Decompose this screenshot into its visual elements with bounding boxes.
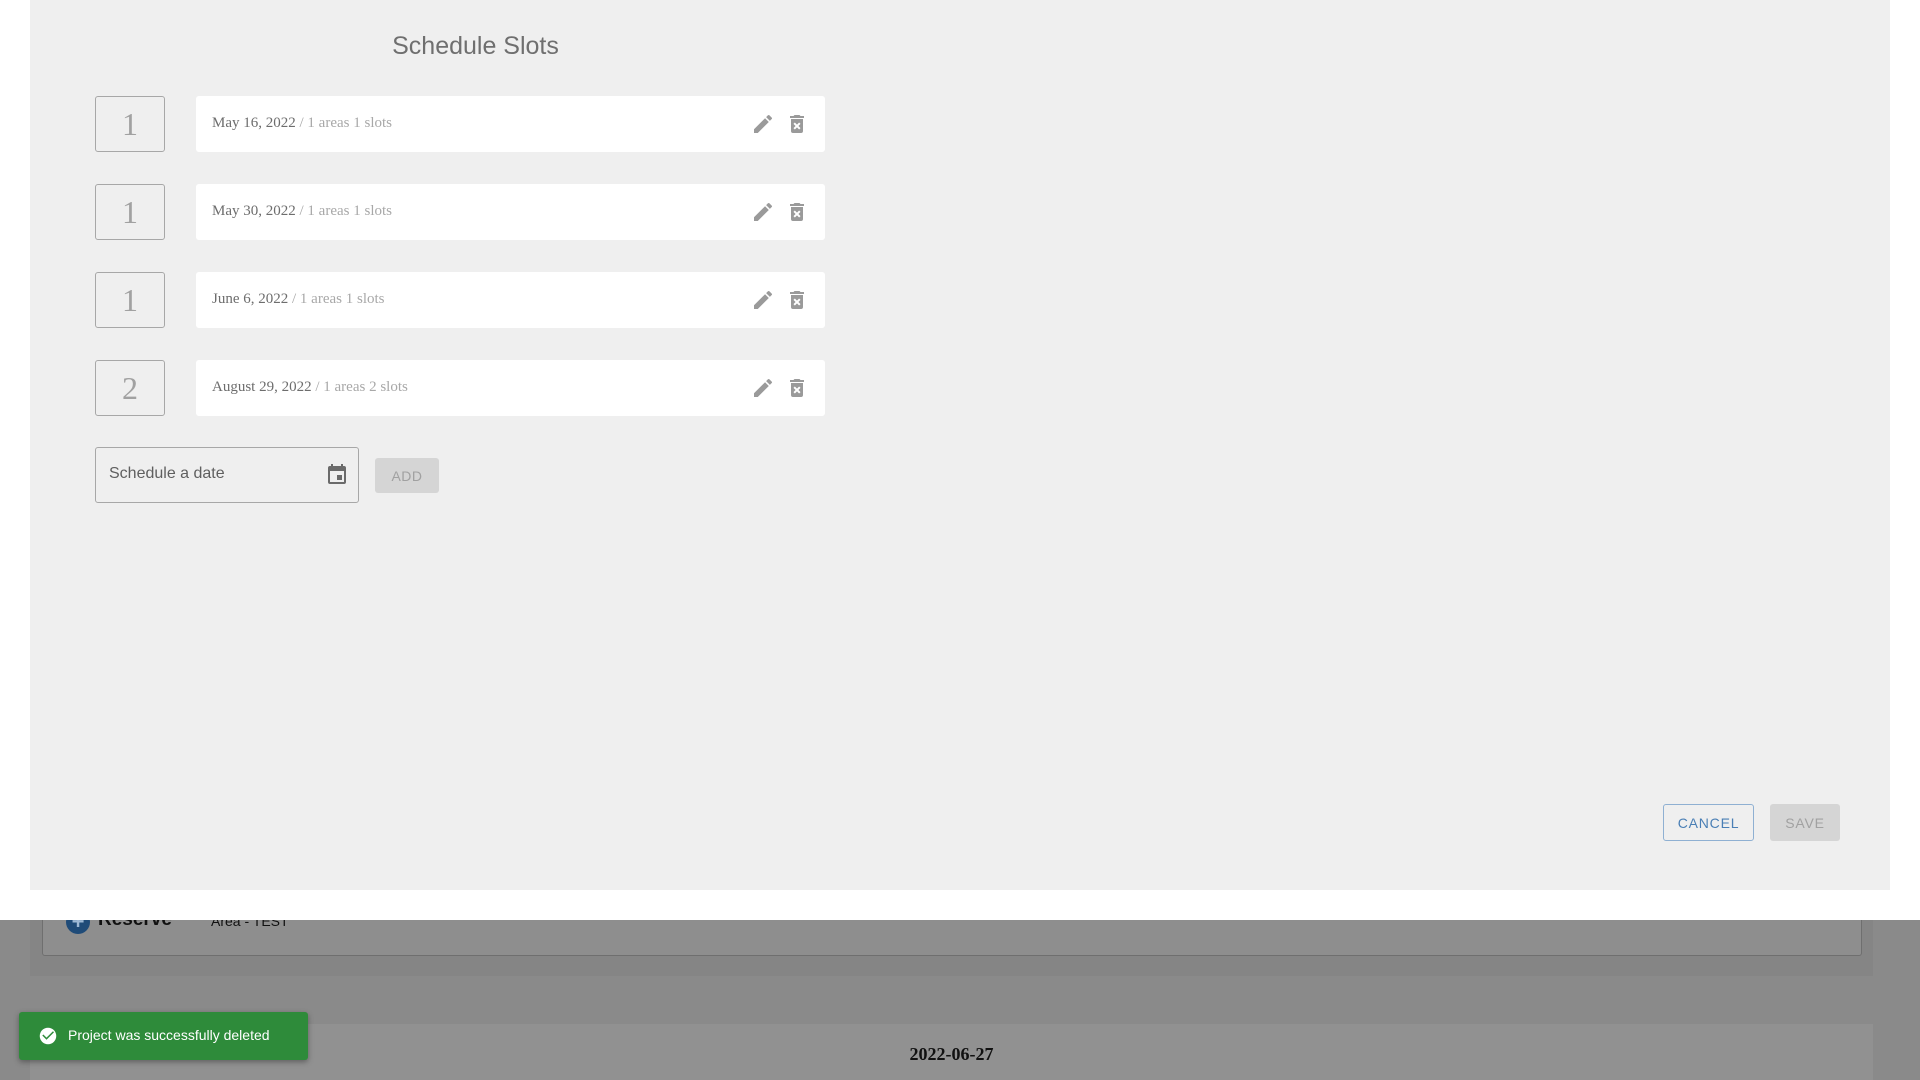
- slot-card: May 30, 2022 / 1 areas 1 slots: [196, 184, 825, 240]
- slot-count-box: 1: [95, 184, 165, 240]
- schedule-date-input[interactable]: [109, 465, 309, 483]
- cancel-button[interactable]: CANCEL: [1663, 804, 1754, 841]
- slot-count-box: 2: [95, 360, 165, 416]
- slot-card: August 29, 2022 / 1 areas 2 slots: [196, 360, 825, 416]
- slot-card: June 6, 2022 / 1 areas 1 slots: [196, 272, 825, 328]
- slot-separator: /: [311, 379, 324, 395]
- delete-icon[interactable]: [785, 200, 809, 224]
- pencil-icon[interactable]: [751, 376, 775, 400]
- pencil-icon[interactable]: [751, 200, 775, 224]
- slot-summary: May 16, 2022 / 1 areas 1 slots: [212, 115, 392, 132]
- slot-summary: August 29, 2022 / 1 areas 2 slots: [212, 379, 408, 396]
- slot-detail: 1 areas 1 slots: [307, 203, 392, 219]
- slot-date: June 6, 2022: [212, 291, 289, 307]
- slot-separator: /: [288, 291, 300, 307]
- slot-summary: June 6, 2022 / 1 areas 1 slots: [212, 291, 385, 308]
- slot-summary: May 30, 2022 / 1 areas 1 slots: [212, 203, 392, 220]
- delete-icon[interactable]: [785, 112, 809, 136]
- slot-date: May 16, 2022: [212, 115, 296, 131]
- dialog-title: Schedule Slots: [392, 32, 559, 60]
- schedule-slots-dialog: Schedule Slots 1 May 16, 2022 / 1 areas …: [30, 0, 1890, 890]
- slot-count-box: 1: [95, 96, 165, 152]
- save-button[interactable]: SAVE: [1770, 804, 1840, 841]
- slot-separator: /: [295, 115, 308, 131]
- delete-icon[interactable]: [785, 288, 809, 312]
- slot-card: May 16, 2022 / 1 areas 1 slots: [196, 96, 825, 152]
- slot-date: May 30, 2022: [212, 203, 296, 219]
- slot-separator: /: [295, 203, 308, 219]
- dialog-overlay-frame: Schedule Slots 1 May 16, 2022 / 1 areas …: [0, 0, 1920, 920]
- pencil-icon[interactable]: [751, 112, 775, 136]
- slot-detail: 1 areas 1 slots: [299, 291, 385, 307]
- slot-detail: 1 areas 1 slots: [307, 115, 392, 131]
- schedule-date-field[interactable]: [95, 447, 359, 503]
- check-circle-icon: [39, 1027, 57, 1045]
- success-toast: Project was successfully deleted: [19, 1012, 308, 1060]
- delete-icon[interactable]: [785, 376, 809, 400]
- calendar-icon[interactable]: [325, 463, 349, 487]
- slot-date: August 29, 2022: [212, 379, 312, 395]
- toast-message: Project was successfully deleted: [68, 1027, 270, 1043]
- pencil-icon[interactable]: [751, 288, 775, 312]
- add-date-button[interactable]: ADD: [375, 458, 439, 493]
- slot-detail: 1 areas 2 slots: [323, 379, 408, 395]
- slot-count-box: 1: [95, 272, 165, 328]
